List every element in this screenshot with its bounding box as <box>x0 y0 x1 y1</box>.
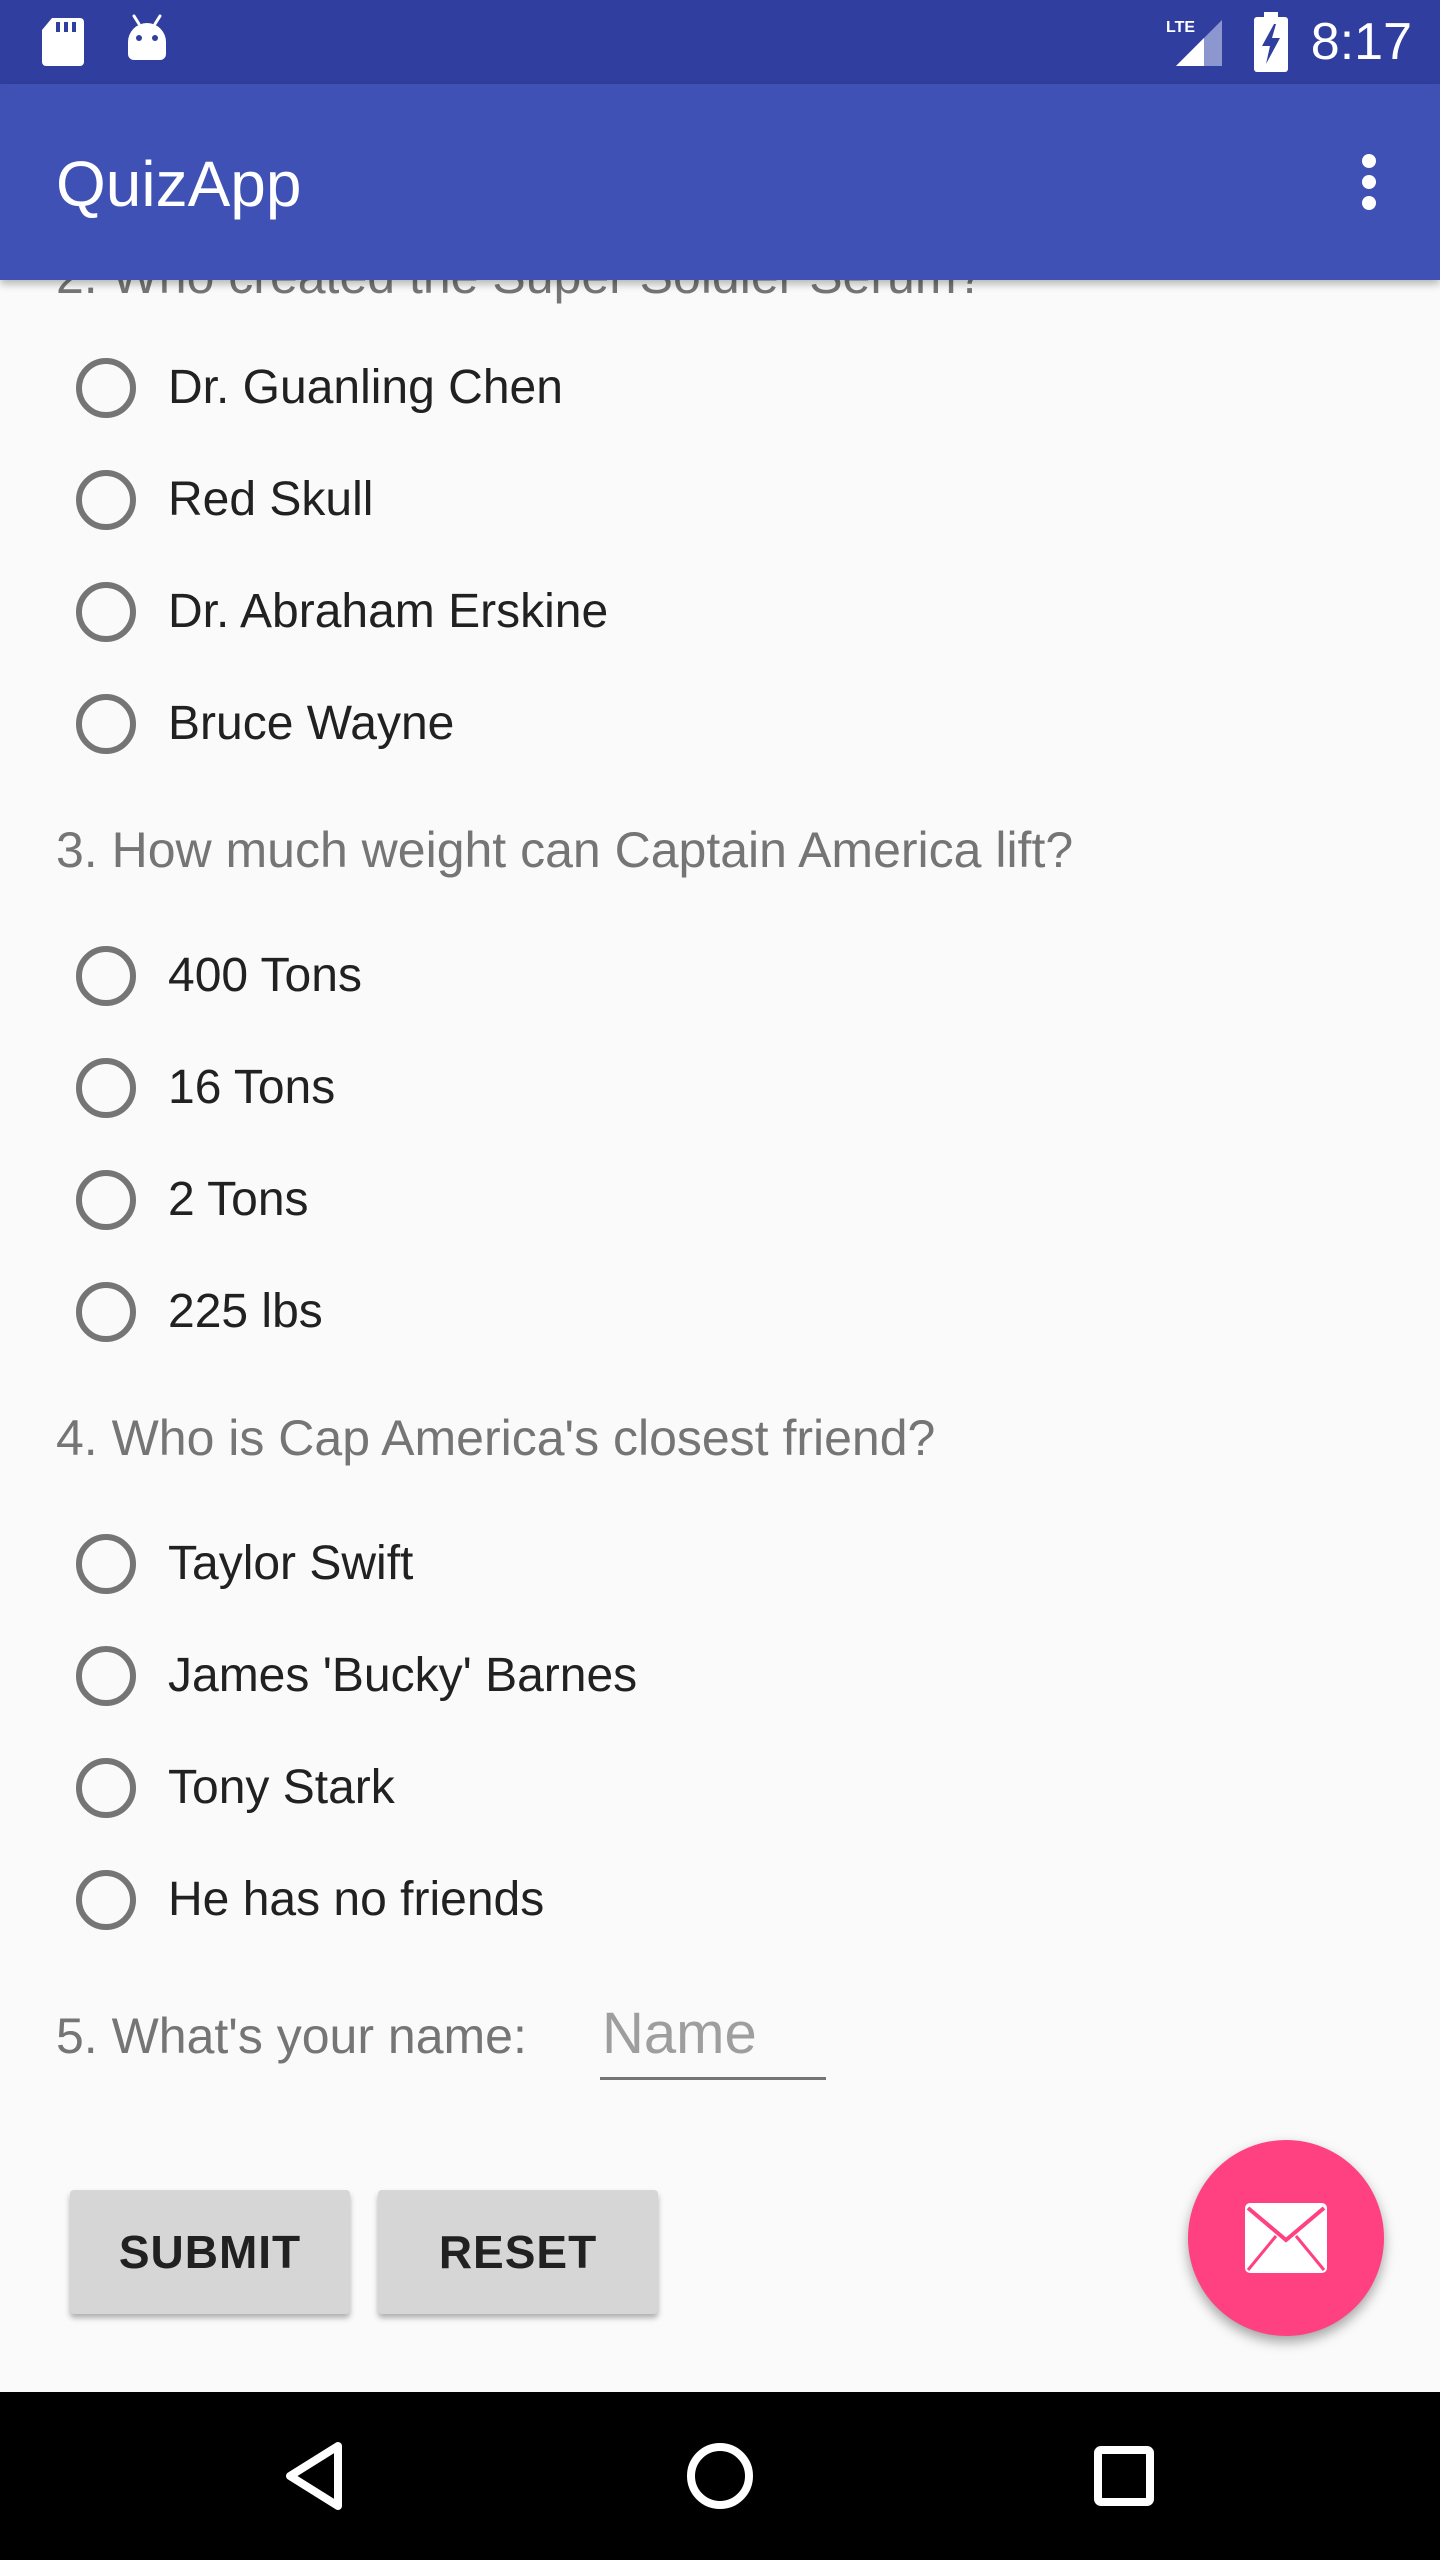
android-icon <box>128 14 166 60</box>
back-icon[interactable] <box>266 2426 366 2526</box>
option-label: 400 Tons <box>168 949 362 1002</box>
radio-button[interactable] <box>76 358 136 418</box>
svg-text:LTE: LTE <box>1166 19 1195 36</box>
question-3-text: 3. How much weight can Captain America l… <box>56 822 1074 878</box>
radio-button[interactable] <box>76 1534 136 1594</box>
email-icon <box>1245 2203 1327 2273</box>
battery-charging-icon <box>1254 12 1288 72</box>
option-label: Bruce Wayne <box>168 697 455 750</box>
submit-button[interactable]: SUBMIT <box>70 2190 350 2314</box>
reset-button[interactable]: RESET <box>378 2190 658 2314</box>
home-icon[interactable] <box>670 2426 770 2526</box>
option-label: 16 Tons <box>168 1061 336 1114</box>
option-label: Dr. Guanling Chen <box>168 361 563 414</box>
option-label: 225 lbs <box>168 1285 323 1338</box>
status-bar: LTE 8:17 <box>0 0 1440 84</box>
option-label: Red Skull <box>168 473 374 526</box>
radio-button[interactable] <box>76 470 136 530</box>
sd-card-icon <box>42 18 84 66</box>
question-5-text: 5. What's your name: <box>56 2008 527 2064</box>
radio-button[interactable] <box>76 1646 136 1706</box>
radio-button[interactable] <box>76 1758 136 1818</box>
nav-bar <box>0 2392 1440 2560</box>
status-time: 8:17 <box>1310 13 1412 71</box>
radio-button[interactable] <box>76 1870 136 1930</box>
option-label: 2 Tons <box>168 1173 309 1226</box>
radio-button[interactable] <box>76 1282 136 1342</box>
app-bar: QuizApp <box>0 84 1440 280</box>
option-label: Tony Stark <box>168 1761 395 1814</box>
recents-icon[interactable] <box>1074 2426 1174 2526</box>
quiz-content[interactable]: 2. Who created the Super Soldier Serum? … <box>0 280 1440 2392</box>
option-label: Taylor Swift <box>168 1537 414 1590</box>
radio-button[interactable] <box>76 582 136 642</box>
radio-button[interactable] <box>76 1058 136 1118</box>
radio-button[interactable] <box>76 946 136 1006</box>
radio-button[interactable] <box>76 1170 136 1230</box>
option-label: Dr. Abraham Erskine <box>168 585 609 638</box>
radio-button[interactable] <box>76 694 136 754</box>
app-title: QuizApp <box>56 148 302 220</box>
option-label: He has no friends <box>168 1873 545 1926</box>
name-input[interactable] <box>600 1990 826 2080</box>
more-vert-icon[interactable] <box>1320 134 1416 230</box>
lte-signal-icon: LTE <box>1166 19 1222 66</box>
question-4-text: 4. Who is Cap America's closest friend? <box>56 1410 936 1466</box>
question-2-text: 2. Who created the Super Soldier Serum? <box>56 280 984 308</box>
email-fab-button[interactable] <box>1188 2140 1384 2336</box>
option-label: James 'Bucky' Barnes <box>168 1649 638 1702</box>
